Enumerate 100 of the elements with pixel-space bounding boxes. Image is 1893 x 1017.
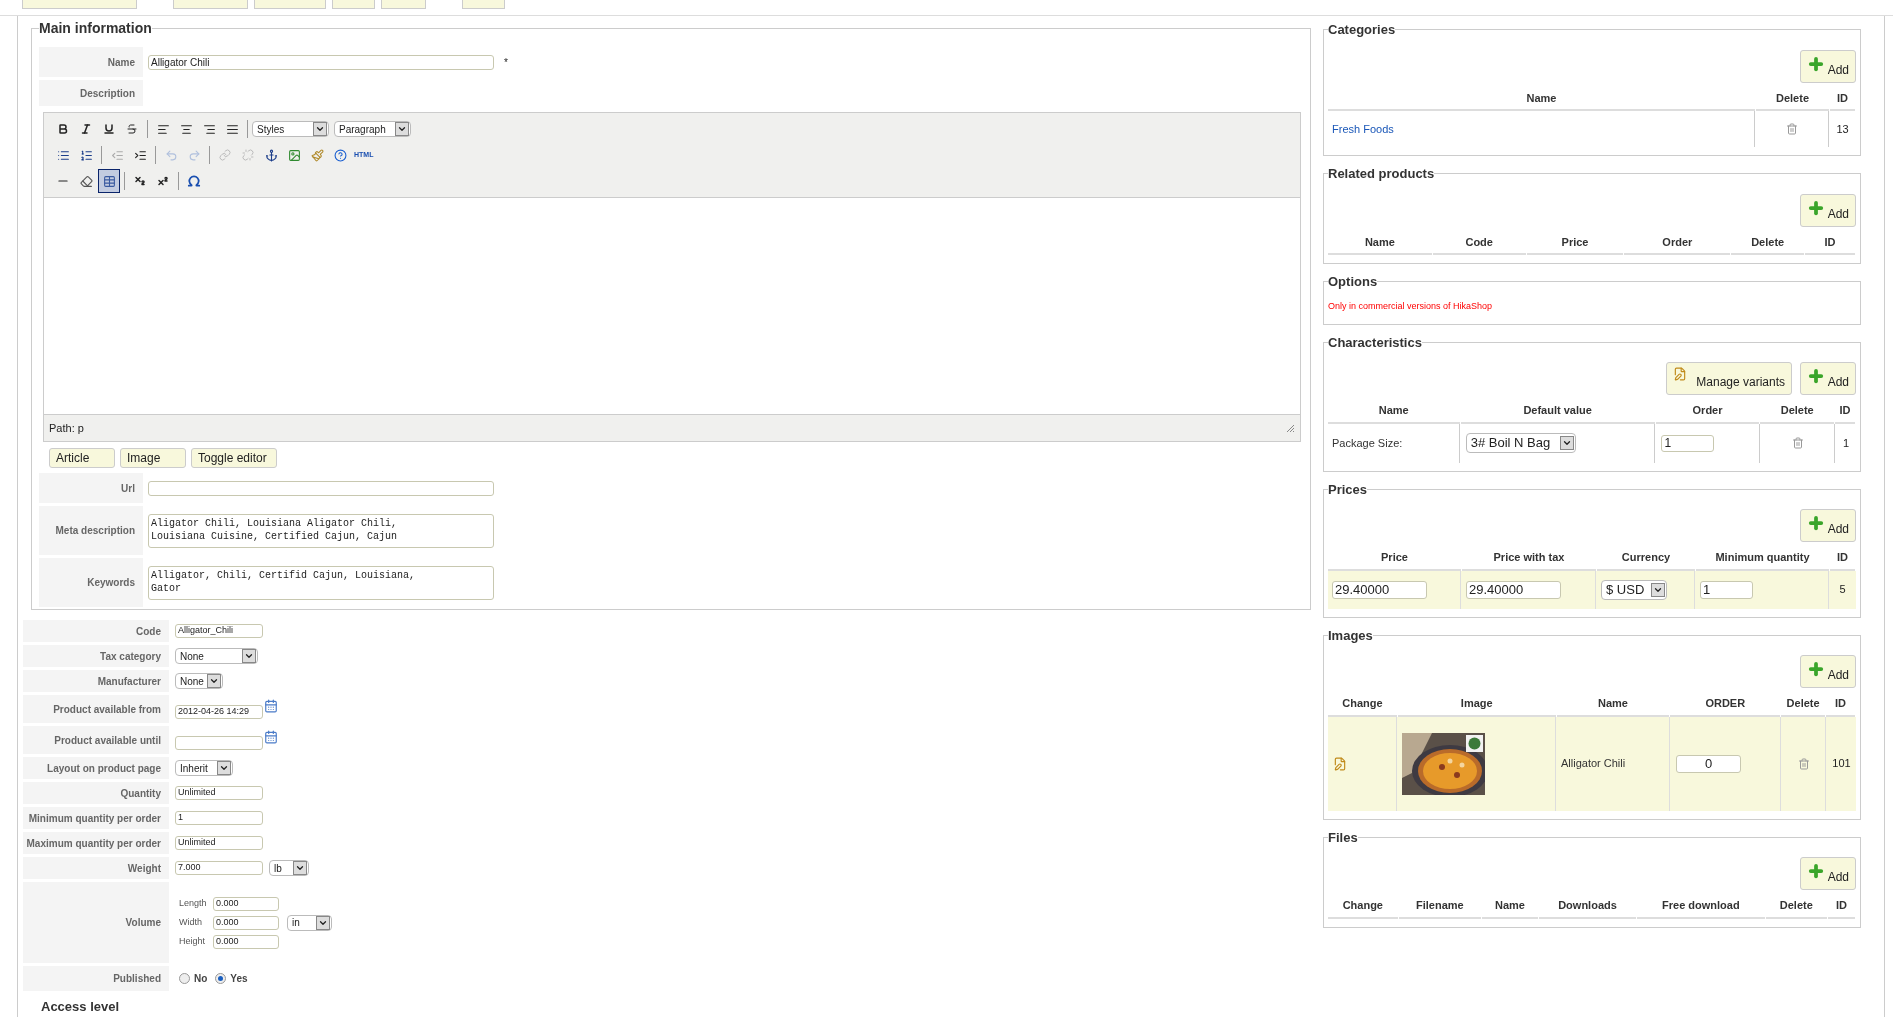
- table-cell-text: 101: [1831, 756, 1852, 772]
- trash-icon[interactable]: [1797, 757, 1810, 770]
- select-field[interactable]: 3# Boil N Bag: [1465, 433, 1576, 453]
- table-cell-text: 5: [1838, 582, 1847, 598]
- text-area[interactable]: Alligator, Chili, Certifid Cajun, Louisiana, Gator: [148, 565, 494, 600]
- table-cell-text: Alligator Chili: [1561, 756, 1626, 772]
- trash-icon[interactable]: [1786, 123, 1798, 135]
- input-field[interactable]: 0.000: [213, 896, 279, 911]
- section-title: Images: [1328, 626, 1373, 645]
- add-button[interactable]: Add: [1800, 509, 1856, 542]
- plus-icon: [1807, 54, 1825, 73]
- input-field[interactable]: Alligator Chili: [148, 54, 494, 70]
- section-title: Files: [1328, 828, 1358, 847]
- column-header: Default value: [1460, 399, 1655, 424]
- input-field[interactable]: 1: [1661, 434, 1715, 452]
- field-label: Name: [107, 55, 135, 70]
- edit-document-icon[interactable]: [1333, 756, 1347, 771]
- add-button[interactable]: Add: [1800, 49, 1856, 83]
- table-cell-text: 13: [1835, 121, 1850, 137]
- section-title: Main information: [39, 19, 152, 38]
- column-header: Change: [1328, 894, 1398, 919]
- notice-text: Only in commercial versions of HikaShop: [1328, 300, 1493, 311]
- category-link[interactable]: Fresh Foods: [1332, 120, 1394, 138]
- column-header: Code: [1432, 230, 1526, 255]
- input-field[interactable]: Unlimited: [175, 836, 263, 850]
- input-field[interactable]: 29.40000: [1332, 580, 1427, 599]
- column-header: Order: [1624, 230, 1731, 255]
- input-field[interactable]: 1: [175, 811, 263, 825]
- field-label: Meta description: [55, 524, 135, 538]
- radio-label: Yes: [230, 972, 248, 986]
- select-field[interactable]: Paragraph: [334, 121, 411, 137]
- plus-icon: [1807, 862, 1825, 880]
- column-header: Free download: [1637, 894, 1765, 919]
- radio-button[interactable]: [215, 973, 227, 984]
- section-title: Prices: [1328, 480, 1368, 499]
- select-field[interactable]: in: [287, 914, 332, 931]
- field-label: Product available from: [53, 702, 161, 717]
- trash-icon[interactable]: [1791, 437, 1804, 449]
- column-header: ID: [1805, 230, 1855, 255]
- input-field[interactable]: 0.000: [213, 934, 279, 949]
- input-field[interactable]: 29.40000: [1466, 580, 1561, 599]
- resize-handle-icon[interactable]: [1286, 423, 1295, 433]
- plus-icon: [1807, 367, 1825, 385]
- plus-icon: [1807, 198, 1825, 217]
- radio-label: No: [194, 972, 208, 986]
- column-header: Name: [1328, 230, 1432, 255]
- input-field[interactable]: Unlimited: [175, 786, 263, 800]
- input-field[interactable]: Alligator_Chili: [175, 624, 263, 638]
- field-label: Manufacturer: [97, 674, 161, 689]
- editor-button[interactable]: Toggle editor: [191, 448, 277, 468]
- column-header: Delete: [1765, 894, 1828, 919]
- input-field[interactable]: 0: [1676, 754, 1741, 773]
- input-field[interactable]: 7.000: [175, 861, 263, 875]
- editor-path: Path: p: [49, 420, 84, 436]
- field-label: Maximum quantity per order: [26, 836, 161, 851]
- select-field[interactable]: $ USD: [1601, 579, 1667, 600]
- add-button[interactable]: Add: [1800, 857, 1856, 890]
- field-label: Weight: [127, 861, 161, 876]
- field-label: Published: [113, 972, 161, 986]
- add-button[interactable]: Add: [1800, 655, 1856, 688]
- plus-icon: [1807, 660, 1825, 678]
- table-icon[interactable]: [98, 169, 120, 193]
- column-header: Order: [1655, 399, 1760, 424]
- calendar-icon[interactable]: [264, 699, 278, 713]
- plus-icon: [1807, 514, 1825, 532]
- table-cell-text: Package Size:: [1332, 435, 1403, 451]
- required-mark: *: [504, 55, 508, 70]
- select-field[interactable]: Inherit: [175, 760, 233, 776]
- select-field[interactable]: None: [175, 648, 258, 664]
- editor-button[interactable]: Image: [120, 448, 186, 468]
- text-area[interactable]: Aligator Chili, Louisiana Aligator Chili, Louisiana Cuisine, Certified Cajun, Cajun: [148, 513, 494, 548]
- select-field[interactable]: lb: [269, 860, 309, 876]
- edit-document-icon: [1673, 367, 1687, 381]
- calendar-icon[interactable]: [264, 730, 278, 744]
- manage-variants-button[interactable]: Manage variants: [1666, 362, 1792, 395]
- column-header: Delete: [1760, 399, 1835, 424]
- input-field[interactable]: 0.000: [213, 915, 279, 930]
- add-button[interactable]: Add: [1800, 193, 1856, 227]
- column-header: Name: [1482, 894, 1538, 919]
- select-field[interactable]: None: [175, 673, 223, 689]
- input-field[interactable]: 1: [1700, 580, 1753, 599]
- radio-button[interactable]: [179, 973, 190, 984]
- input-field[interactable]: [175, 736, 263, 750]
- column-header: Price: [1526, 230, 1624, 255]
- column-header: Name: [1328, 399, 1460, 424]
- input-field[interactable]: 2012-04-26 14:29: [175, 705, 263, 719]
- editor-button[interactable]: Article: [49, 448, 115, 468]
- select-field[interactable]: Styles: [252, 121, 329, 137]
- add-button[interactable]: Add: [1800, 362, 1856, 395]
- dimension-label: Width: [179, 915, 203, 929]
- section-title: Access level: [41, 998, 121, 1016]
- input-field[interactable]: [148, 480, 494, 496]
- column-header: Delete: [1756, 86, 1829, 111]
- column-header: Delete: [1731, 230, 1805, 255]
- column-header: ID: [1835, 399, 1855, 424]
- section-title: Options: [1328, 273, 1378, 291]
- section-title: Related products: [1328, 165, 1435, 183]
- column-header: Name: [1328, 86, 1755, 111]
- field-label: Quantity: [120, 786, 161, 801]
- field-label: Keywords: [87, 576, 135, 590]
